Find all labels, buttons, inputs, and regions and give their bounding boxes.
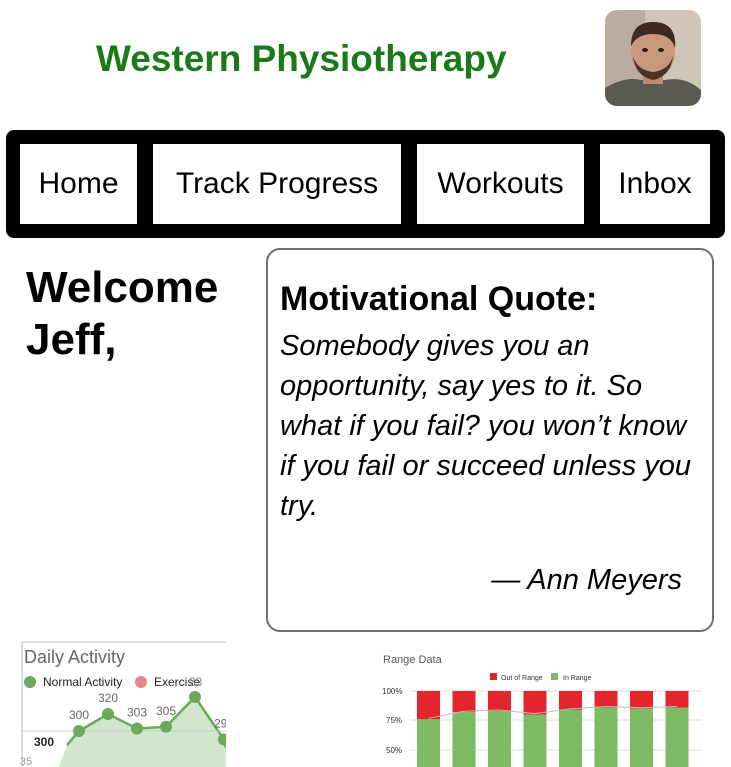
chart-title: Range Data	[383, 654, 443, 666]
nav-item-workouts[interactable]: Workouts	[417, 144, 584, 224]
nav-item-home[interactable]: Home	[20, 144, 137, 224]
bar-out-of-range	[559, 691, 582, 710]
welcome-user-name: Jeff,	[26, 315, 117, 364]
y-tick-label: 35	[20, 756, 32, 767]
bar-in-range	[523, 714, 547, 767]
y-tick-label: 100%	[382, 687, 402, 696]
legend-in-range-label: In Range	[563, 675, 592, 682]
chart-title: Daily Activity	[24, 647, 125, 667]
bar-in-range	[452, 712, 476, 767]
legend-out-of-range-marker	[490, 673, 497, 680]
bar-out-of-range	[452, 691, 476, 713]
nav-item-label: Track Progress	[175, 167, 379, 200]
y-tick-label: 300	[34, 735, 54, 749]
quote-text: Somebody gives you an opportunity, say y…	[280, 330, 692, 522]
daily-activity-chart: Daily Activity Normal Activity Exercise …	[0, 640, 230, 767]
data-point	[102, 708, 114, 720]
bar-out-of-range	[594, 691, 618, 708]
bar-out-of-range	[523, 691, 547, 715]
user-avatar-image	[605, 10, 701, 106]
nav-item-track-progress[interactable]: Track Progress	[153, 144, 401, 224]
data-label: 29	[214, 717, 226, 731]
nav-item-label: Workouts	[437, 167, 564, 200]
bar-out-of-range	[488, 691, 511, 712]
app-title: Western Physiotherapy	[96, 38, 507, 79]
data-point	[73, 725, 85, 737]
bar-out-of-range	[417, 691, 440, 720]
legend-out-of-range-label: Out of Range	[501, 675, 543, 682]
partial-data-label: 33	[189, 675, 203, 689]
avatar[interactable]	[605, 10, 701, 106]
legend-normal-activity-marker	[24, 676, 36, 688]
bar-out-of-range	[665, 691, 689, 708]
bar-in-range	[665, 707, 689, 767]
nav-item-inbox[interactable]: Inbox	[600, 144, 710, 224]
y-tick-label: 75%	[386, 716, 402, 725]
legend-exercise-marker	[135, 676, 147, 688]
data-label: 300	[69, 708, 89, 722]
bar-in-range	[630, 708, 653, 767]
data-label: 320	[98, 691, 118, 705]
data-point	[160, 720, 172, 733]
welcome-message: Welcome Jeff,	[26, 262, 256, 366]
y-tick-label: 50%	[386, 746, 402, 755]
daily-activity-chart-svg: Daily Activity Normal Activity Exercise …	[20, 640, 230, 767]
legend-in-range-marker	[551, 673, 558, 680]
bar-out-of-range	[630, 691, 653, 709]
nav-bar: Home Track Progress Workouts Inbox	[6, 130, 725, 238]
bar-in-range	[417, 719, 440, 767]
legend-normal-activity-label: Normal Activity	[43, 675, 122, 689]
nav-item-label: Home	[38, 167, 119, 200]
data-label: 305	[156, 704, 176, 718]
data-point	[131, 722, 143, 735]
welcome-line: Welcome	[26, 263, 219, 312]
bar-in-range	[488, 711, 511, 767]
quote-heading: Motivational Quote:	[280, 280, 598, 318]
range-data-chart-svg: Range Data Out of Range In Range 100% 75…	[382, 654, 702, 767]
nav-item-label: Inbox	[618, 167, 692, 200]
data-label: 303	[127, 705, 147, 719]
range-data-chart: Range Data Out of Range In Range 100% 75…	[370, 648, 710, 767]
data-point	[189, 691, 201, 703]
quote-author: — Ann Meyers	[491, 564, 682, 596]
motivational-quote-card: Motivational Quote: Somebody gives you a…	[266, 248, 714, 632]
bar-in-range	[559, 709, 582, 767]
bar-in-range	[594, 707, 618, 767]
